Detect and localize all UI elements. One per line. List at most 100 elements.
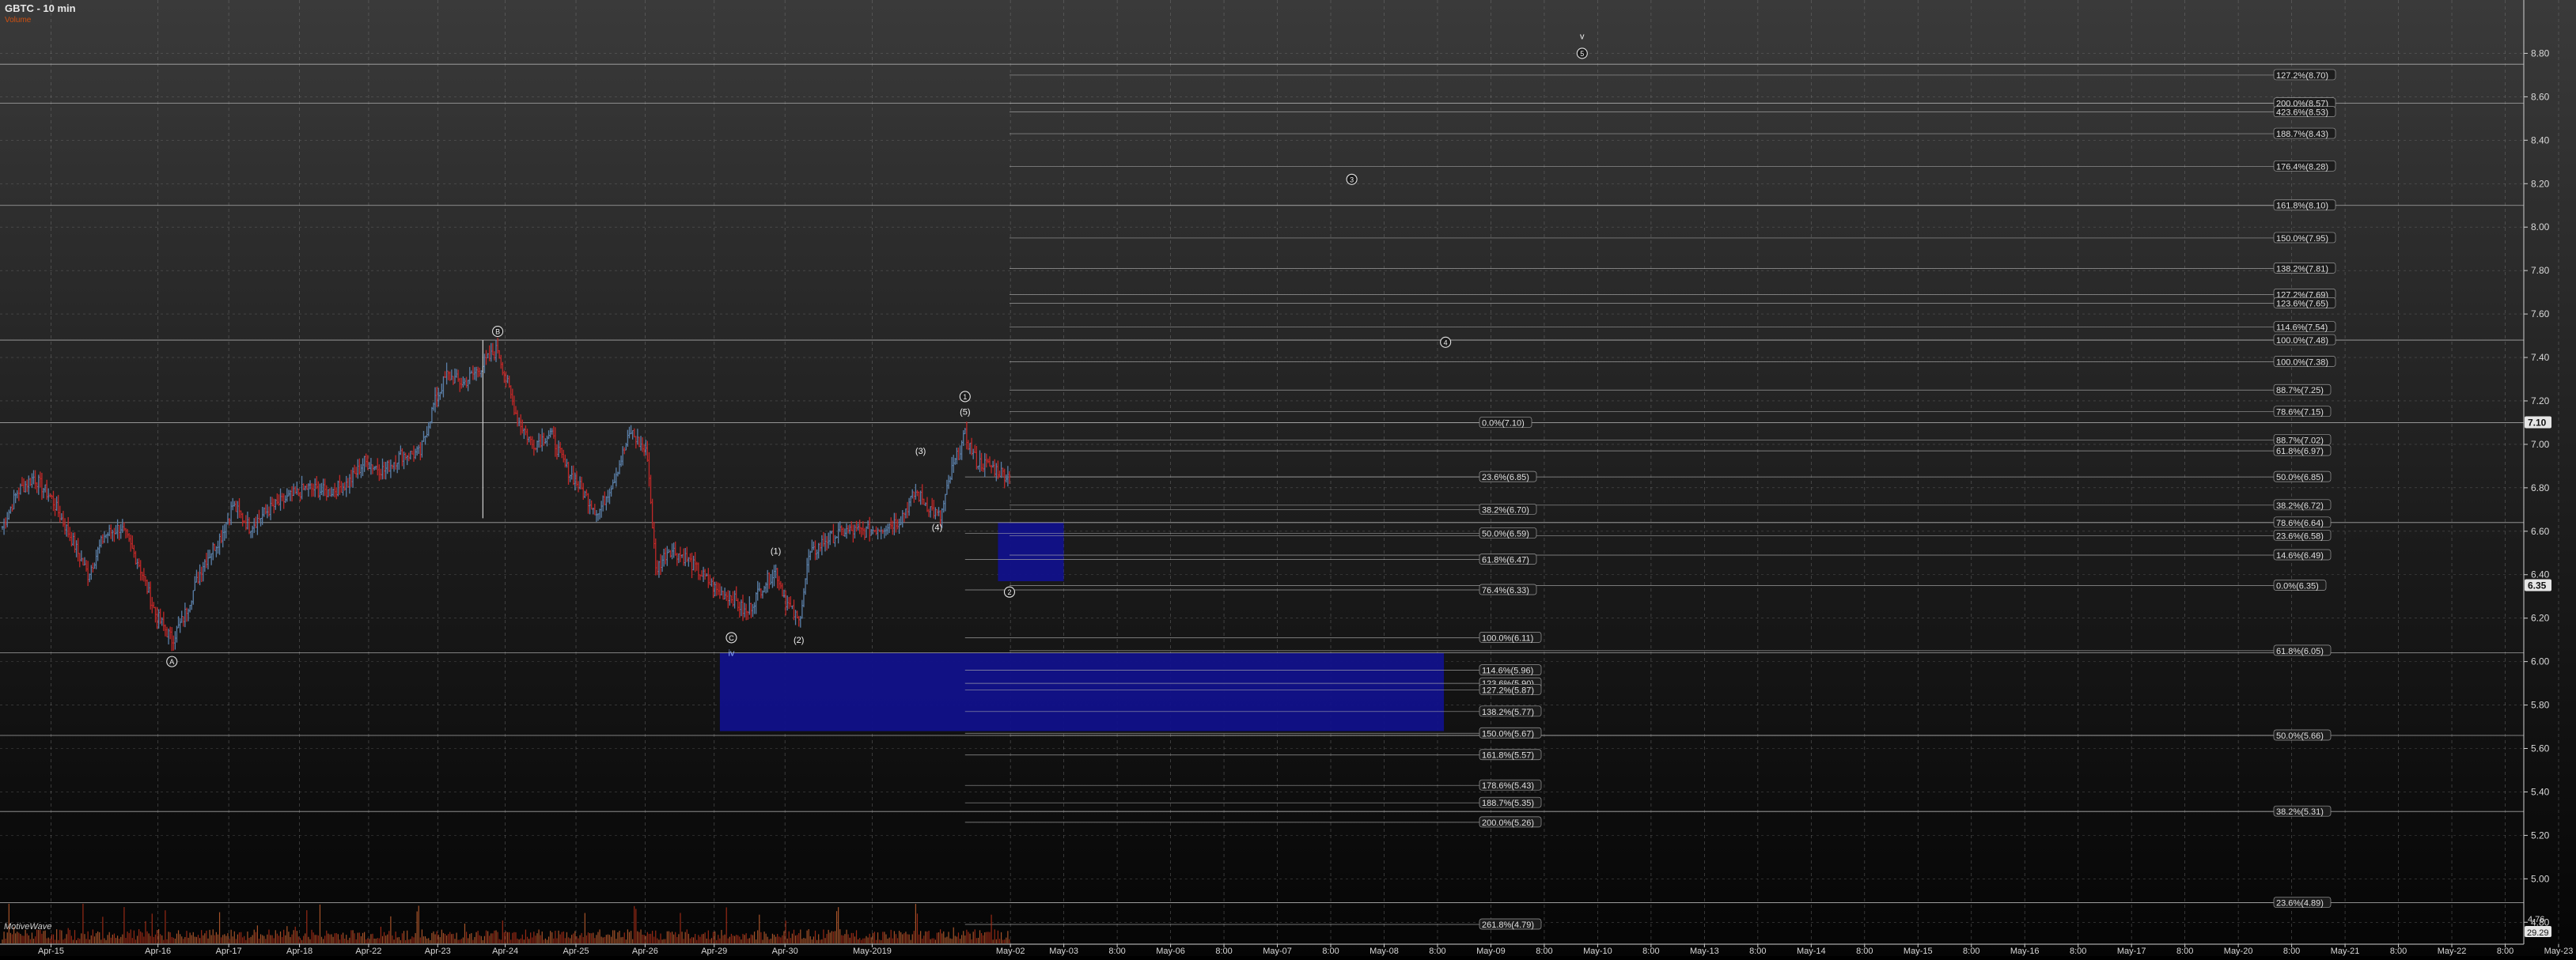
fib-label-right: 23.6%(4.89) <box>2276 899 2324 909</box>
price-tag-bottom2: 29.29 <box>2527 928 2549 938</box>
fib-label-mid: 127.2%(5.87) <box>1482 686 1534 695</box>
wave-label: (4) <box>932 523 942 532</box>
x-tick-label: May-02 <box>996 947 1025 956</box>
fib-label-mid: 100.0%(6.11) <box>1482 633 1533 643</box>
fib-label-right: 61.8%(6.05) <box>2276 647 2324 656</box>
wave-iv-zone <box>719 652 1445 731</box>
x-tick-label: Apr-15 <box>38 947 64 956</box>
fib-label-mid: 200.0%(5.26) <box>1482 818 1534 828</box>
y-tick-label: 8.80 <box>2531 47 2550 59</box>
y-tick-label: 7.80 <box>2531 265 2550 276</box>
x-tick-label: May-07 <box>1263 947 1292 956</box>
fib-label-right: 88.7%(7.02) <box>2276 436 2324 445</box>
chart-background <box>0 0 2576 956</box>
fib-label-mid: 61.8%(6.47) <box>1482 556 1529 565</box>
x-tick-label: Apr-18 <box>286 947 313 956</box>
fib-label-mid: 23.6%(6.85) <box>1482 473 1529 482</box>
x-tick-label: May-10 <box>1583 947 1612 956</box>
fib-label-right: 0.0%(6.35) <box>2276 581 2319 591</box>
x-tick-label: May-23 <box>2544 947 2574 956</box>
x-tick-label: Apr-30 <box>772 947 798 956</box>
fib-label-right: 127.2%(8.70) <box>2276 71 2328 81</box>
x-tick-label: Apr-23 <box>425 947 451 956</box>
x-tick-label: 8:00 <box>1108 947 1125 956</box>
fib-label-right: 23.6%(6.58) <box>2276 531 2324 541</box>
y-tick-label: 7.60 <box>2531 308 2550 319</box>
x-tick-label: Apr-17 <box>216 947 242 956</box>
x-tick-label: May-16 <box>2010 947 2040 956</box>
y-tick-label: 5.20 <box>2531 830 2550 841</box>
wave-label: 3 <box>1350 176 1354 183</box>
x-tick-label: May-2019 <box>853 947 892 956</box>
wave-label: iv <box>728 649 734 659</box>
y-tick-label: 8.00 <box>2531 221 2550 232</box>
x-tick-label: 8:00 <box>1536 947 1552 956</box>
fib-label-right: 61.8%(6.97) <box>2276 447 2324 456</box>
fib-label-right: 423.6%(8.53) <box>2276 108 2328 118</box>
x-tick-label: 8:00 <box>2070 947 2086 956</box>
x-tick-label: 8:00 <box>1856 947 1873 956</box>
x-tick-label: 8:00 <box>2176 947 2193 956</box>
price-tag-bottom: 4.76 <box>2528 915 2544 924</box>
x-tick-label: Apr-26 <box>632 947 658 956</box>
fib-label-right: 176.4%(8.28) <box>2276 162 2328 172</box>
fib-label-right: 38.2%(6.72) <box>2276 501 2324 511</box>
wave-label: B <box>495 328 500 336</box>
price-chart-svg[interactable]: 127.2%(8.70)200.0%(8.57)423.6%(8.53)188.… <box>0 0 2576 956</box>
x-tick-label: 8:00 <box>1642 947 1659 956</box>
wave-label: (5) <box>960 408 970 418</box>
brand-watermark: MotiveWave <box>4 922 52 932</box>
chart-area[interactable]: 127.2%(8.70) 200.0%(8.57) 423.6%(8.53) 188.… <box>0 0 2576 956</box>
y-tick-label: 6.60 <box>2531 526 2550 537</box>
fib-label-right: 138.2%(7.81) <box>2276 264 2328 274</box>
wave-label: v <box>1580 32 1585 41</box>
fib-label-right: 100.0%(7.38) <box>2276 358 2328 368</box>
fib-label-mid: 138.2%(5.77) <box>1482 708 1534 717</box>
price-tag-6-35: 6.35 <box>2528 580 2547 591</box>
fib-label-right: 150.0%(7.95) <box>2276 234 2328 244</box>
wave-label: C <box>729 634 734 642</box>
x-tick-label: May-03 <box>1049 947 1078 956</box>
chart-title-box: GBTC - 10 min Volume <box>5 2 76 25</box>
y-tick-label: 7.20 <box>2531 395 2550 406</box>
y-tick-label: 8.20 <box>2531 178 2550 189</box>
x-tick-label: May-22 <box>2438 947 2467 956</box>
x-tick-label: May-15 <box>1904 947 1933 956</box>
chart-title: GBTC - 10 min <box>5 2 76 14</box>
x-tick-label: 8:00 <box>2283 947 2300 956</box>
y-tick-label: 6.20 <box>2531 613 2550 624</box>
x-tick-label: 8:00 <box>1322 947 1339 956</box>
fib-label-right: 114.6%(7.54) <box>2276 323 2328 333</box>
fib-label-mid: 188.7%(5.35) <box>1482 799 1534 808</box>
x-tick-label: 8:00 <box>2497 947 2513 956</box>
y-tick-label: 6.00 <box>2531 656 2550 667</box>
y-tick-label: 8.60 <box>2531 91 2550 102</box>
fib-label-mid: 178.6%(5.43) <box>1482 781 1534 791</box>
y-tick-label: 7.40 <box>2531 352 2550 363</box>
x-tick-label: 8:00 <box>2390 947 2407 956</box>
x-tick-label: 8:00 <box>1429 947 1445 956</box>
x-tick-label: May-13 <box>1690 947 1719 956</box>
fib-label-mid: 161.8%(5.57) <box>1482 751 1534 761</box>
fib-label-right: 78.6%(7.15) <box>2276 408 2324 418</box>
fib-label-right: 14.6%(6.49) <box>2276 551 2324 561</box>
wave-2-zone <box>998 522 1064 581</box>
fib-label-right: 50.0%(6.85) <box>2276 473 2324 482</box>
fib-label-right: 188.7%(8.43) <box>2276 130 2328 139</box>
x-tick-label: Apr-22 <box>355 947 381 956</box>
fib-label-right: 123.6%(7.65) <box>2276 299 2328 308</box>
x-tick-label: May-14 <box>1797 947 1826 956</box>
x-tick-label: Apr-25 <box>563 947 589 956</box>
wave-label: 5 <box>1580 50 1584 58</box>
y-tick-label: 5.60 <box>2531 743 2550 754</box>
last-price-tag: 7.10 <box>2528 417 2547 428</box>
fib-label-mid: 0.0%(7.10) <box>1482 418 1525 428</box>
wave-label: (1) <box>771 547 781 557</box>
fib-label-right: 38.2%(5.31) <box>2276 807 2324 817</box>
y-tick-label: 6.80 <box>2531 482 2550 493</box>
wave-label: (3) <box>915 447 926 456</box>
x-tick-label: May-17 <box>2117 947 2146 956</box>
x-tick-label: May-09 <box>1476 947 1506 956</box>
wave-label: 2 <box>1007 588 1011 596</box>
wave-label: A <box>169 658 174 666</box>
